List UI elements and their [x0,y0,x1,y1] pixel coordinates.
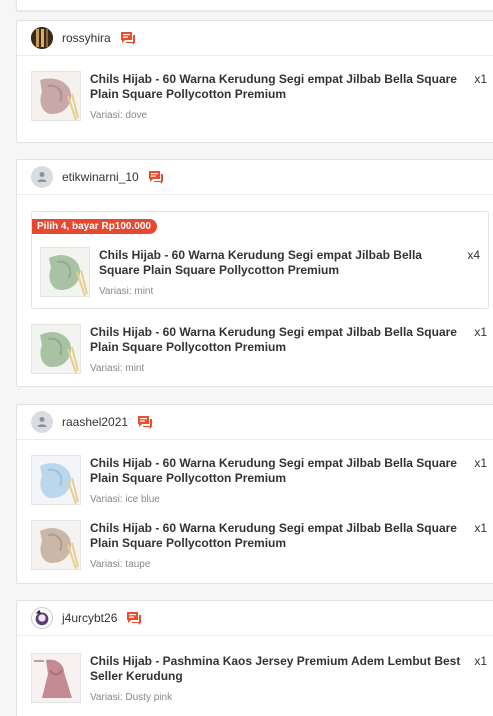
item-quantity: x1 [474,654,487,668]
item-quantity: x1 [474,456,487,470]
product-name: Chils Hijab - 60 Warna Kerudung Segi emp… [90,456,457,485]
list-item[interactable]: Chils Hijab - 60 Warna Kerudung Segi emp… [31,520,487,576]
product-name: Chils Hijab - Pashmina Kaos Jersey Premi… [90,654,461,683]
list-item[interactable]: Chils Hijab - 60 Warna Kerudung Segi emp… [31,455,487,511]
product-thumbnail [31,520,81,570]
item-variant: Variasi: mint [90,363,145,374]
item-quantity: x4 [467,248,480,262]
list-item[interactable]: Chils Hijab - 60 Warna Kerudung Segi emp… [31,71,487,127]
order-card: raashel2021 Chils Hijab - 60 Warna Kerud… [16,404,493,584]
product-thumbnail [31,455,81,505]
product-thumbnail [31,71,81,121]
list-item[interactable]: Chils Hijab - 60 Warna Kerudung Segi emp… [31,324,487,380]
item-quantity: x1 [474,325,487,339]
order-card: etikwinarni_10 Pilih 4, bayar Rp100.000 … [16,159,493,387]
item-quantity: x1 [474,521,487,535]
avatar[interactable] [31,166,53,188]
product-name: Chils Hijab - 60 Warna Kerudung Segi emp… [90,72,457,101]
bundle-badge: Pilih 4, bayar Rp100.000 [32,219,157,234]
product-name: Chils Hijab - 60 Warna Kerudung Segi emp… [99,248,422,277]
avatar[interactable] [31,411,53,433]
order-card: j4urcybt26 Chils Hijab - Pashmina Kaos J… [16,600,493,716]
username[interactable]: etikwinarni_10 [62,170,139,184]
list-item[interactable]: Chils Hijab - Pashmina Kaos Jersey Premi… [31,653,487,709]
item-variant: Variasi: dove [90,110,148,121]
username[interactable]: rossyhira [62,31,111,45]
product-name: Chils Hijab - 60 Warna Kerudung Segi emp… [90,325,457,354]
item-variant: Variasi: mint [99,286,154,297]
chat-icon[interactable] [137,415,153,429]
product-thumbnail [40,247,90,297]
item-quantity: x1 [474,72,487,86]
order-header: rossyhira [17,21,493,56]
chat-icon[interactable] [148,170,164,184]
item-variant: Variasi: Dusty pink [90,692,173,703]
order-card: rossyhira Chils Hijab - 60 Warna Kerudun… [16,20,493,143]
username[interactable]: raashel2021 [62,415,128,429]
order-header: raashel2021 [17,405,493,440]
username[interactable]: j4urcybt26 [62,611,117,625]
order-list-page: rossyhira Chils Hijab - 60 Warna Kerudun… [0,0,493,716]
order-header: j4urcybt26 [17,601,493,636]
item-variant: Variasi: ice blue [90,494,160,505]
bundle-deal-group: Pilih 4, bayar Rp100.000 Chils Hijab - 6… [31,211,489,309]
avatar[interactable] [31,607,53,629]
user-icon [37,417,47,427]
item-variant: Variasi: taupe [90,559,151,570]
chat-icon[interactable] [120,31,136,45]
product-name: Chils Hijab - 60 Warna Kerudung Segi emp… [90,521,457,550]
list-item[interactable]: Chils Hijab - 60 Warna Kerudung Segi emp… [40,247,480,303]
product-thumbnail [31,324,81,374]
chat-icon[interactable] [126,611,142,625]
user-icon [37,172,47,182]
previous-card-edge [16,0,493,11]
order-header: etikwinarni_10 [17,160,493,195]
avatar[interactable] [31,27,53,49]
product-thumbnail [31,653,81,703]
